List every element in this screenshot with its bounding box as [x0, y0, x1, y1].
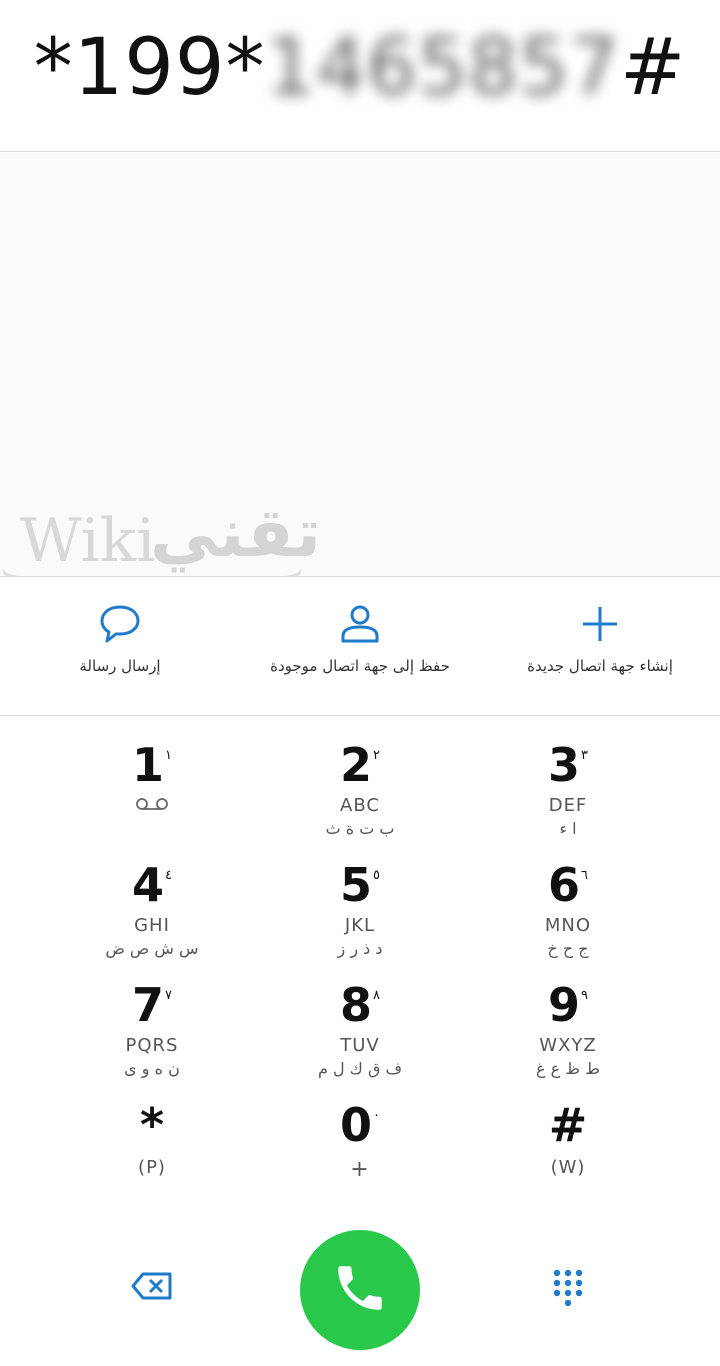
message-bubble-icon	[98, 603, 142, 649]
key-letters: ABC	[340, 795, 380, 816]
key-arabic-digit: ٢	[373, 748, 380, 763]
send-message-label: إرسال رسالة	[79, 657, 161, 675]
create-new-contact-button[interactable]: إنشاء جهة اتصال جديدة	[480, 577, 720, 715]
voicemail-icon	[52, 795, 252, 816]
watermark-latin-text: Wiki	[20, 506, 156, 576]
key-letters: +	[350, 1157, 370, 1182]
key-letters: GHI	[134, 915, 170, 936]
key-digit: #	[548, 1098, 588, 1152]
key-digit: 2	[340, 738, 373, 792]
key-digit: 6	[548, 858, 581, 912]
key-hash[interactable]: # (W)	[468, 1077, 668, 1195]
key-arabic-digit: ٣	[581, 748, 588, 763]
key-digit: 0	[340, 1098, 373, 1152]
key-2[interactable]: 2٢ ABC ب ت ة ث	[260, 717, 460, 838]
key-arabic-letters: د ذ ر ز	[337, 939, 383, 958]
key-arabic-digit: ٤	[165, 868, 172, 883]
key-digit: 7	[132, 978, 165, 1032]
send-message-button[interactable]: إرسال رسالة	[0, 577, 240, 715]
key-4[interactable]: 4٤ GHI س ش ص ض	[52, 837, 252, 958]
key-1[interactable]: 1١	[52, 717, 252, 835]
person-icon	[338, 603, 382, 649]
key-arabic-letters: ب ت ة ث	[325, 819, 395, 838]
key-letters: TUV	[340, 1035, 380, 1056]
key-arabic-letters: ف ق ك ل م	[317, 1059, 403, 1078]
key-letters: MNO	[544, 915, 592, 936]
key-arabic-letters: ا ء	[559, 819, 577, 838]
key-arabic-letters: ط ظ ع غ	[536, 1059, 600, 1078]
key-digit: 4	[132, 858, 165, 912]
key-letters: PQRS	[125, 1035, 179, 1056]
dialer-bottom-bar	[0, 1212, 720, 1366]
key-7[interactable]: 7٧ PQRS ن ه و ى	[52, 957, 252, 1078]
key-arabic-letters: س ش ص ض	[105, 939, 199, 958]
number-display-bar: *199*1465857#	[0, 0, 720, 152]
backspace-button[interactable]	[122, 1268, 182, 1308]
call-button[interactable]	[300, 1230, 420, 1350]
key-letters: JKL	[344, 915, 376, 936]
number-suffix: #	[619, 23, 687, 113]
key-arabic-digit: ٦	[581, 868, 588, 883]
key-arabic-digit: ٨	[373, 988, 380, 1003]
plus-icon	[578, 603, 622, 649]
key-digit: 3	[548, 738, 581, 792]
key-9[interactable]: 9٩ WXYZ ط ظ ع غ	[468, 957, 668, 1078]
save-to-existing-contact-button[interactable]: حفظ إلى جهة اتصال موجودة	[240, 577, 480, 715]
key-letters: (W)	[550, 1157, 586, 1178]
backspace-icon	[131, 1272, 173, 1304]
phone-icon	[331, 1259, 389, 1321]
key-3[interactable]: 3٣ DEF ا ء	[468, 717, 668, 838]
create-new-contact-label: إنشاء جهة اتصال جديدة	[527, 657, 673, 675]
key-arabic-digit: ٠	[373, 1108, 380, 1123]
contact-actions-row: إرسال رسالة حفظ إلى جهة اتصال موجودة إنش…	[0, 576, 720, 716]
key-digit: *	[139, 1098, 165, 1152]
key-arabic-digit: ١	[165, 748, 172, 763]
key-6[interactable]: 6٦ MNO ج ح خ	[468, 837, 668, 958]
key-digit: 5	[340, 858, 373, 912]
key-star[interactable]: * (P)	[52, 1077, 252, 1195]
save-to-existing-contact-label: حفظ إلى جهة اتصال موجودة	[270, 657, 450, 675]
key-letters: DEF	[548, 795, 588, 816]
dialpad-icon	[551, 1268, 585, 1312]
key-arabic-digit: ٧	[165, 988, 172, 1003]
key-arabic-digit: ٩	[581, 988, 588, 1003]
key-0[interactable]: 0٠ +	[260, 1077, 460, 1195]
number-masked-part: 1465857	[265, 23, 620, 113]
key-arabic-letters: ن ه و ى	[124, 1059, 180, 1078]
key-digit: 1	[132, 738, 165, 792]
key-digit: 8	[340, 978, 373, 1032]
watermark-arabic-text: تقني	[150, 494, 322, 573]
key-arabic-digit: ٥	[373, 868, 380, 883]
dialpad: 1١ 2٢ ABC ب ت ة ث 3٣ DEF ا ء 4٤ GHI س ش …	[0, 717, 720, 1207]
key-arabic-letters: ج ح خ	[547, 939, 589, 958]
number-prefix: *199*	[33, 23, 266, 113]
dialpad-toggle-button[interactable]	[538, 1262, 598, 1318]
key-5[interactable]: 5٥ JKL د ذ ر ز	[260, 837, 460, 958]
key-letters: WXYZ	[539, 1035, 597, 1056]
key-letters: (P)	[138, 1157, 166, 1178]
key-digit: 9	[548, 978, 581, 1032]
dialed-number[interactable]: *199*1465857#	[0, 22, 720, 114]
key-8[interactable]: 8٨ TUV ف ق ك ل م	[260, 957, 460, 1078]
